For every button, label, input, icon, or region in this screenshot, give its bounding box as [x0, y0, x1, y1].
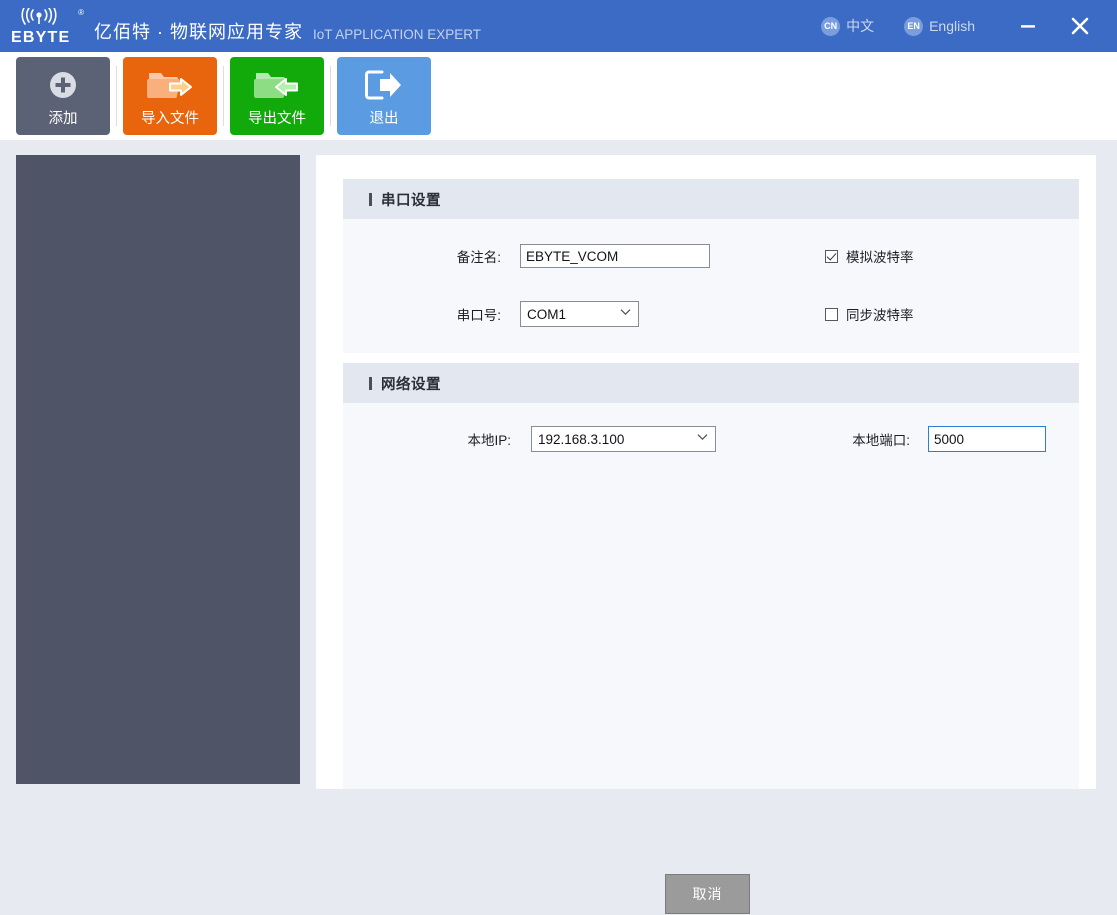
local-ip-label: 本地IP:: [467, 433, 511, 448]
language-switch-english[interactable]: EN English: [904, 16, 975, 36]
titlebar-right-controls: CN 中文 EN English: [821, 0, 1117, 52]
remark-name-input[interactable]: [520, 244, 710, 268]
add-button[interactable]: 添加: [16, 57, 110, 135]
network-settings-title: 网络设置: [381, 376, 441, 393]
registered-mark: ®: [78, 8, 84, 17]
section-accent-bar: [369, 376, 372, 390]
minimize-button[interactable]: [1005, 0, 1051, 52]
remark-name-label: 备注名:: [456, 250, 501, 265]
svg-text:EBYTE: EBYTE: [11, 29, 70, 46]
folder-export-icon: [254, 65, 300, 105]
brand-name-cn: 亿佰特 · 物联网应用专家: [94, 22, 303, 42]
serial-port-row: 串口号: COM1 同步波特率: [343, 301, 1079, 327]
en-badge-icon: EN: [904, 16, 924, 36]
plus-circle-icon: [48, 65, 78, 105]
network-settings-body: 本地IP: 192.168.3.100 本地端口:: [343, 403, 1079, 789]
exit-door-icon: [364, 65, 404, 105]
main-toolbar: 添加 导入文件 导出文件 退出: [0, 52, 1117, 140]
simulate-baudrate-label: 模拟波特率: [846, 250, 914, 265]
sync-baudrate-checkbox-box: [825, 307, 838, 321]
wireless-signal-icon: EBYTE: [11, 8, 70, 46]
local-ip-row: 本地IP: 192.168.3.100 本地端口:: [343, 426, 1079, 452]
local-port-input[interactable]: [928, 426, 1046, 452]
simulate-baudrate-checkbox-box: [825, 249, 838, 263]
title-bar: EBYTE ® 亿佰特 · 物联网应用专家 IoT APPLICATION EX…: [0, 0, 1117, 52]
serial-port-select[interactable]: COM1: [520, 301, 639, 327]
language-switch-chinese[interactable]: CN 中文: [821, 16, 874, 36]
toolbar-separator: [223, 66, 224, 126]
serial-settings-body: 备注名: 模拟波特率 串口号: COM1 同步波特率: [343, 219, 1079, 353]
remark-name-row: 备注名: 模拟波特率: [343, 244, 1079, 268]
local-ip-select-value: 192.168.3.100: [538, 431, 625, 447]
exit-button[interactable]: 退出: [337, 57, 431, 135]
export-file-button-label: 导出文件: [248, 110, 306, 127]
serial-port-label: 串口号:: [456, 308, 501, 323]
cancel-button-label: 取消: [692, 886, 723, 902]
local-ip-select[interactable]: 192.168.3.100: [531, 426, 716, 452]
settings-panel: 串口设置 备注名: 模拟波特率 串口号: COM1 同: [316, 155, 1096, 914]
chevron-down-icon: [697, 428, 708, 446]
ebyte-logo-mark: EBYTE ®: [10, 6, 84, 46]
export-file-button[interactable]: 导出文件: [230, 57, 324, 135]
serial-settings-title: 串口设置: [381, 192, 441, 209]
toolbar-separator: [116, 66, 117, 126]
device-list-sidebar[interactable]: [16, 155, 300, 784]
minimize-icon: [1021, 25, 1035, 28]
cn-badge-icon: CN: [821, 16, 841, 36]
serial-settings-header: 串口设置: [343, 179, 1079, 219]
folder-import-icon: [147, 65, 193, 105]
app-logo: EBYTE ® 亿佰特 · 物联网应用专家 IoT APPLICATION EX…: [10, 6, 481, 46]
language-label-chinese: 中文: [846, 18, 875, 34]
local-port-label: 本地端口:: [852, 433, 910, 448]
import-file-button[interactable]: 导入文件: [123, 57, 217, 135]
add-button-label: 添加: [48, 110, 78, 127]
network-settings-header: 网络设置: [343, 363, 1079, 403]
section-accent-bar: [369, 192, 372, 206]
language-label-english: English: [929, 18, 975, 34]
simulate-baudrate-checkbox[interactable]: 模拟波特率: [825, 246, 914, 266]
brand-name-en: IoT APPLICATION EXPERT: [313, 27, 482, 42]
sync-baudrate-checkbox[interactable]: 同步波特率: [825, 304, 914, 324]
sync-baudrate-label: 同步波特率: [846, 308, 914, 323]
import-file-button-label: 导入文件: [141, 110, 199, 127]
serial-port-select-value: COM1: [527, 306, 567, 322]
chevron-down-icon: [620, 303, 631, 321]
cancel-button[interactable]: 取消: [665, 874, 750, 914]
close-icon: [1071, 17, 1089, 35]
exit-button-label: 退出: [369, 110, 399, 127]
toolbar-separator: [330, 66, 331, 126]
close-button[interactable]: [1057, 0, 1103, 52]
